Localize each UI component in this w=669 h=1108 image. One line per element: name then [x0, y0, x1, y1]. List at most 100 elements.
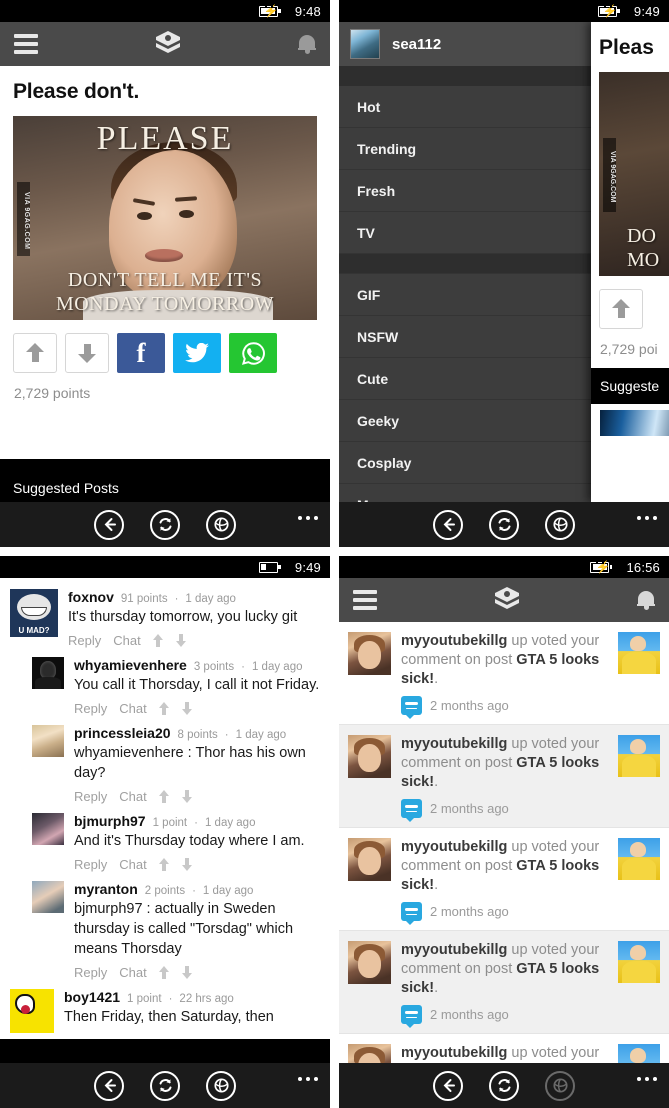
notification-item[interactable]: myyoutubekillg up voted your comment on … [339, 828, 669, 931]
comment-item[interactable]: princessleia20 8 points · 1 day ago whya… [0, 722, 330, 810]
comment-meta-separator: · [194, 817, 198, 829]
arrow-up-icon[interactable] [158, 966, 170, 979]
arrow-up-icon[interactable] [158, 790, 170, 803]
notification-suffix: . [434, 774, 439, 790]
status-bar: ⚡ 9:48 [0, 0, 330, 22]
user-avatar[interactable] [350, 29, 380, 59]
comment-item[interactable]: whyamievenhere 3 points · 1 day ago You … [0, 654, 330, 722]
downvote-button[interactable] [65, 333, 109, 373]
chat-button[interactable]: Chat [113, 633, 140, 648]
notification-item[interactable]: myyoutubekillg up voted your comment on … [339, 622, 669, 725]
comment-item[interactable]: myranton 2 points · 1 day ago bjmurph97 … [0, 878, 330, 986]
comment-item[interactable]: boy1421 1 point · 22 hrs ago Then Friday… [0, 986, 330, 1039]
share-whatsapp-button[interactable] [229, 333, 277, 373]
comment-time: 22 hrs ago [179, 993, 234, 1005]
comment-item[interactable]: U MAD? foxnov 91 points · 1 day ago It's… [0, 586, 330, 654]
comment-username[interactable]: myranton [74, 881, 138, 897]
notification-actor[interactable]: myyoutubekillg [401, 633, 507, 649]
comment-username[interactable]: boy1421 [64, 989, 120, 1005]
arrow-down-icon[interactable] [181, 790, 193, 803]
reply-button[interactable]: Reply [74, 965, 107, 980]
arrow-down-icon[interactable] [181, 702, 193, 715]
notification-suffix: . [434, 877, 439, 893]
arrow-down-icon[interactable] [175, 634, 187, 647]
back-arrow-icon[interactable] [94, 1070, 124, 1101]
status-clock: 9:48 [294, 3, 321, 19]
reply-button[interactable]: Reply [68, 633, 101, 648]
arrow-up-icon[interactable] [158, 858, 170, 871]
arrow-down-icon[interactable] [181, 966, 193, 979]
notification-item[interactable]: myyoutubekillg up voted your comment on … [339, 725, 669, 828]
notification-item[interactable]: myyoutubekillg up voted your comment on … [339, 931, 669, 1034]
hamburger-icon[interactable] [353, 590, 377, 610]
notification-thumbnail[interactable] [618, 632, 660, 674]
comment-username[interactable]: princessleia20 [74, 725, 171, 741]
notification-thumbnail[interactable] [618, 735, 660, 777]
comment-item[interactable]: bjmurph97 1 point · 1 day ago And it's T… [0, 810, 330, 878]
globe-favorites-icon[interactable] [206, 509, 236, 540]
arrow-down-icon[interactable] [181, 858, 193, 871]
notification-thumbnail[interactable] [618, 838, 660, 880]
reply-button[interactable]: Reply [74, 701, 107, 716]
comment-username[interactable]: foxnov [68, 589, 114, 605]
post-image[interactable]: VIA 9GAG.COM PLEASE DON'T TELL ME IT'S M… [13, 116, 317, 320]
comment-username[interactable]: whyamievenhere [74, 657, 187, 673]
comment-tools: Reply Chat [68, 633, 320, 648]
back-arrow-icon[interactable] [433, 1070, 463, 1101]
globe-favorites-icon[interactable] [206, 1070, 236, 1101]
arrow-up-icon[interactable] [152, 634, 164, 647]
notification-actor[interactable]: myyoutubekillg [401, 839, 507, 855]
suggested-posts-header: Suggested Posts [0, 470, 330, 506]
bell-icon[interactable] [298, 33, 316, 55]
post-content: Please don't. VIA 9GAG.COM PLEASE DON'T … [0, 66, 330, 459]
facebook-icon: f [136, 337, 146, 368]
notification-actor[interactable]: myyoutubekillg [401, 1045, 507, 1061]
more-dots-icon[interactable] [637, 1077, 657, 1081]
globe-favorites-icon[interactable] [545, 509, 575, 540]
upvote-button[interactable] [13, 333, 57, 373]
9gag-logo-icon [494, 586, 520, 614]
browser-nav-bar [0, 502, 330, 547]
reply-button[interactable]: Reply [74, 857, 107, 872]
back-arrow-icon[interactable] [433, 509, 463, 540]
panel-notifications: ⚡ 16:56 myyoutubekillg up voted your com… [339, 556, 669, 1108]
reply-button[interactable]: Reply [74, 789, 107, 804]
peek-meme-line1: DO [627, 225, 656, 247]
chat-button[interactable]: Chat [119, 701, 146, 716]
notification-text: myyoutubekillg up voted your comment on … [401, 941, 610, 998]
avatar [32, 725, 64, 757]
comment-time: 1 day ago [251, 661, 303, 673]
bell-icon[interactable] [637, 589, 655, 611]
notification-actor[interactable]: myyoutubekillg [401, 942, 507, 958]
comment-time: 1 day ago [235, 729, 287, 741]
peek-meme-line2: MO [627, 249, 660, 271]
chat-button[interactable]: Chat [119, 965, 146, 980]
chat-button[interactable]: Chat [119, 789, 146, 804]
refresh-icon[interactable] [150, 1070, 180, 1101]
peeking-post-content[interactable]: Pleas VIA 9GAG.COM DO MO 2,729 poi Sugge… [591, 22, 669, 502]
more-dots-icon[interactable] [298, 516, 318, 520]
comment-time: 1 day ago [204, 817, 256, 829]
comment-points: 1 point [127, 993, 162, 1005]
notification-thumbnail[interactable] [618, 941, 660, 983]
refresh-icon[interactable] [489, 509, 519, 540]
share-facebook-button[interactable]: f [117, 333, 165, 373]
refresh-icon[interactable] [150, 509, 180, 540]
more-dots-icon[interactable] [298, 1077, 318, 1081]
notification-actor[interactable]: myyoutubekillg [401, 736, 507, 752]
arrow-up-icon[interactable] [158, 702, 170, 715]
more-dots-icon[interactable] [637, 516, 657, 520]
arrow-up-icon [26, 343, 44, 363]
twitter-icon [185, 343, 209, 363]
peek-upvote-button[interactable] [599, 289, 643, 329]
comment-username[interactable]: bjmurph97 [74, 813, 146, 829]
comment-points: 2 points [144, 885, 186, 897]
refresh-icon[interactable] [489, 1070, 519, 1101]
share-twitter-button[interactable] [173, 333, 221, 373]
battery-charging-icon: ⚡ [596, 4, 620, 18]
comment-text: whyamievenhere : Thor has his own day? [74, 745, 306, 781]
chat-button[interactable]: Chat [119, 857, 146, 872]
notification-text: myyoutubekillg up voted your comment on … [401, 632, 610, 689]
back-arrow-icon[interactable] [94, 509, 124, 540]
hamburger-icon[interactable] [14, 34, 38, 54]
